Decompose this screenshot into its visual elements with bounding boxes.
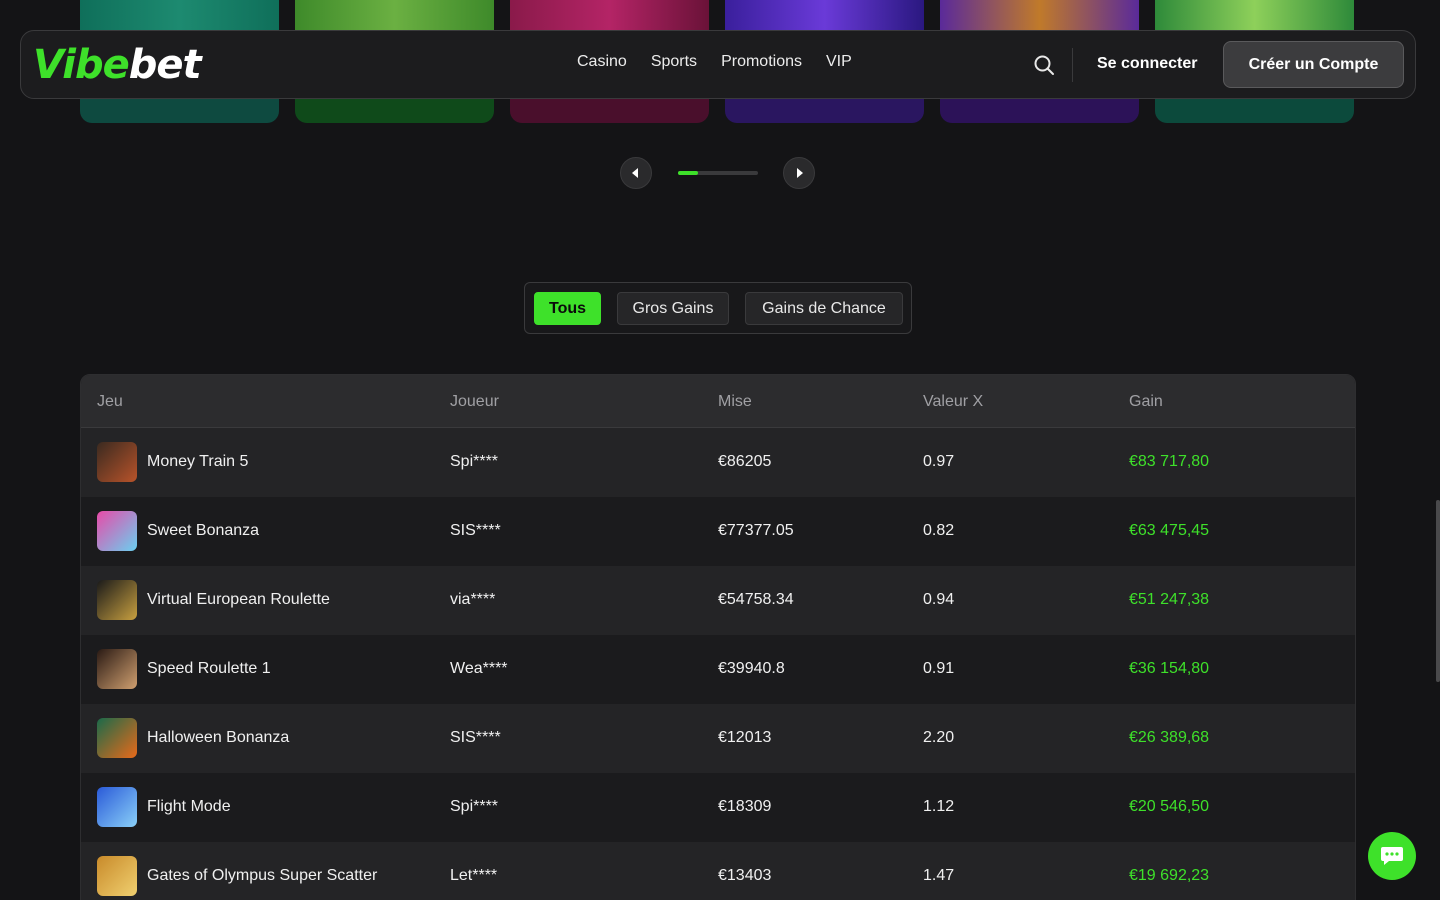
- table-row[interactable]: Sweet Bonanza SIS**** €77377.05 0.82 €63 475…: [81, 497, 1355, 566]
- game-thumbnail[interactable]: [97, 442, 137, 482]
- game-name[interactable]: Virtual European Roulette: [147, 591, 330, 609]
- game-name[interactable]: Halloween Bonanza: [147, 729, 289, 747]
- multiplier-value: 2.20: [923, 729, 955, 746]
- game-thumbnail[interactable]: [97, 580, 137, 620]
- multiplier-value: 0.82: [923, 522, 955, 539]
- col-joueur: Joueur: [450, 393, 499, 410]
- bet-amount: €54758.34: [718, 591, 794, 608]
- game-thumbnail[interactable]: [97, 856, 137, 896]
- win-amount: €26 389,68: [1129, 729, 1210, 746]
- game-name[interactable]: Sweet Bonanza: [147, 522, 259, 540]
- tab-gains-de-chance[interactable]: Gains de Chance: [745, 292, 903, 325]
- login-button[interactable]: Se connecter: [1097, 55, 1197, 73]
- logo[interactable]: Vibebet: [33, 43, 202, 87]
- chat-button[interactable]: [1368, 832, 1416, 880]
- bet-amount: €12013: [718, 729, 772, 746]
- game-thumbnail[interactable]: [97, 787, 137, 827]
- nav-vip[interactable]: VIP: [826, 53, 852, 71]
- main-nav: Casino Sports Promotions VIP: [577, 53, 852, 71]
- signup-button[interactable]: Créer un Compte: [1223, 41, 1404, 88]
- multiplier-value: 0.94: [923, 591, 955, 608]
- win-amount: €19 692,23: [1129, 867, 1210, 884]
- table-row[interactable]: Gates of Olympus Super Scatter Let**** €13…: [81, 842, 1355, 900]
- player-name: Wea****: [450, 660, 508, 677]
- player-name: via****: [450, 591, 496, 608]
- game-name[interactable]: Flight Mode: [147, 798, 231, 816]
- chevron-right-icon: [797, 168, 803, 178]
- tab-tous[interactable]: Tous: [534, 292, 601, 325]
- nav-promotions[interactable]: Promotions: [721, 53, 802, 71]
- win-amount: €20 546,50: [1129, 798, 1210, 815]
- table-row[interactable]: Speed Roulette 1 Wea**** €39940.8 0.91 €36 1…: [81, 635, 1355, 704]
- game-name[interactable]: Money Train 5: [147, 453, 248, 471]
- table-row[interactable]: Halloween Bonanza SIS**** €12013 2.20 €26 38…: [81, 704, 1355, 773]
- nav-sports[interactable]: Sports: [651, 53, 697, 71]
- multiplier-value: 0.97: [923, 453, 955, 470]
- player-name: Spi****: [450, 798, 499, 815]
- win-amount: €83 717,80: [1129, 453, 1210, 470]
- bet-amount: €86205: [718, 453, 772, 470]
- multiplier-value: 1.47: [923, 867, 955, 884]
- table-row[interactable]: Virtual European Roulette via**** €54758.3…: [81, 566, 1355, 635]
- wins-table: Jeu Joueur Mise Valeur X Gain Money Trai…: [80, 374, 1356, 900]
- col-valeur-x: Valeur X: [923, 393, 984, 410]
- win-amount: €36 154,80: [1129, 660, 1210, 677]
- player-name: Let****: [450, 867, 498, 884]
- game-name[interactable]: Gates of Olympus Super Scatter: [147, 867, 377, 885]
- tab-gros-gains[interactable]: Gros Gains: [617, 292, 729, 325]
- player-name: SIS****: [450, 522, 501, 539]
- carousel-prev-button[interactable]: [620, 157, 652, 189]
- nav-casino[interactable]: Casino: [577, 53, 627, 71]
- page-scrollbar[interactable]: [1436, 500, 1440, 682]
- game-thumbnail[interactable]: [97, 718, 137, 758]
- bet-amount: €77377.05: [718, 522, 794, 539]
- bet-amount: €18309: [718, 798, 772, 815]
- win-filter-tabs: Tous Gros Gains Gains de Chance: [524, 282, 912, 334]
- chevron-left-icon: [632, 168, 638, 178]
- col-gain: Gain: [1129, 393, 1163, 410]
- win-amount: €51 247,38: [1129, 591, 1210, 608]
- site-header: Vibebet Casino Sports Promotions VIP Se …: [20, 30, 1416, 99]
- multiplier-value: 0.91: [923, 660, 955, 677]
- table-row[interactable]: Money Train 5 Spi**** €86205 0.97 €83 717,80: [81, 428, 1355, 497]
- search-icon[interactable]: [1033, 54, 1055, 76]
- carousel-progress: [678, 171, 758, 175]
- col-mise: Mise: [718, 393, 752, 410]
- carousel-next-button[interactable]: [783, 157, 815, 189]
- bet-amount: €13403: [718, 867, 772, 884]
- header-divider: [1072, 48, 1073, 82]
- col-jeu: Jeu: [97, 393, 123, 410]
- player-name: SIS****: [450, 729, 501, 746]
- game-name[interactable]: Speed Roulette 1: [147, 660, 271, 678]
- game-thumbnail[interactable]: [97, 649, 137, 689]
- game-thumbnail[interactable]: [97, 511, 137, 551]
- multiplier-value: 1.12: [923, 798, 955, 815]
- bet-amount: €39940.8: [718, 660, 785, 677]
- carousel-controls: [620, 157, 816, 189]
- table-row[interactable]: Flight Mode Spi**** €18309 1.12 €20 546,50: [81, 773, 1355, 842]
- chat-icon: [1381, 847, 1403, 865]
- win-amount: €63 475,45: [1129, 522, 1210, 539]
- player-name: Spi****: [450, 453, 499, 470]
- table-header: Jeu Joueur Mise Valeur X Gain: [81, 375, 1355, 428]
